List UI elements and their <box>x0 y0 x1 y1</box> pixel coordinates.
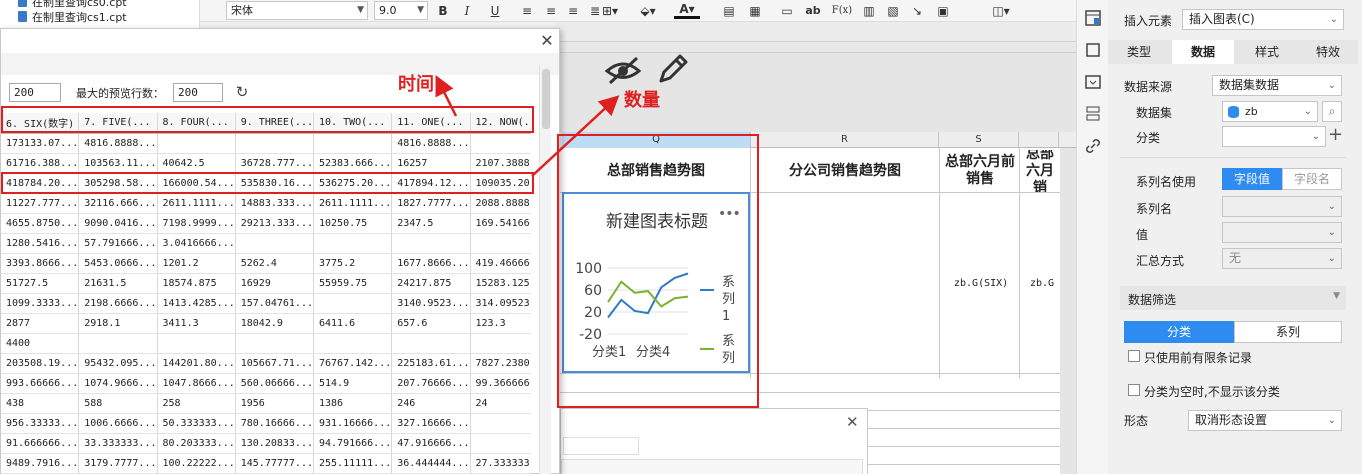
side-icon-strip <box>1076 0 1108 474</box>
form-select[interactable]: 取消形态设置 ⌄ <box>1188 410 1342 431</box>
chevron-down-icon: ⌄ <box>1329 14 1338 25</box>
dataset-label: 数据集 <box>1136 106 1173 120</box>
use-top-n-label: 只使用前有限条记录 <box>1144 351 1253 365</box>
series-name-use-label: 系列名使用 <box>1136 175 1197 189</box>
insert-element-label: 插入元素 <box>1124 14 1173 28</box>
report-filter-icon[interactable] <box>1085 106 1101 122</box>
tab-style[interactable]: 样式 <box>1236 40 1298 64</box>
field-value-toggle[interactable]: 字段值 <box>1222 168 1282 190</box>
tab-type[interactable]: 类型 <box>1110 40 1168 64</box>
chevron-down-icon: ⌄ <box>1311 131 1320 142</box>
collapse-icon: ▼ <box>1333 291 1340 301</box>
series-name-select[interactable]: ⌄ <box>1222 196 1342 217</box>
category-label: 分类 <box>1136 131 1161 145</box>
chevron-down-icon: ⌄ <box>1327 80 1336 91</box>
value-label: 值 <box>1136 228 1149 242</box>
cell-properties-icon[interactable] <box>1085 10 1101 26</box>
chart-properties-panel: 插入元素 插入图表(C) ⌄ 类型 数据 样式 特效 数据来源 数据集数据 ⌄ … <box>1108 0 1362 474</box>
hide-empty-label: 分类为空时,不显示该分类 <box>1144 385 1280 399</box>
filter-series-tab[interactable]: 系列 <box>1234 321 1342 343</box>
value-select[interactable]: ⌄ <box>1222 222 1342 243</box>
aggregation-value: 无 <box>1229 251 1242 265</box>
data-source-select[interactable]: 数据集数据 ⌄ <box>1212 75 1342 96</box>
chevron-down-icon: ⌄ <box>1303 106 1312 117</box>
hide-empty-checkbox[interactable] <box>1128 384 1140 396</box>
chevron-down-icon: ⌄ <box>1327 227 1336 238</box>
dataset-value: zb <box>1245 105 1258 118</box>
aggregation-label: 汇总方式 <box>1136 254 1185 268</box>
insert-element-select[interactable]: 插入图表(C) ⌄ <box>1182 9 1344 30</box>
search-icon[interactable]: ⌕ <box>1322 101 1342 122</box>
tab-data[interactable]: 数据 <box>1172 40 1234 64</box>
use-top-n-checkbox[interactable] <box>1128 350 1140 362</box>
insert-element-value: 插入图表(C) <box>1189 12 1255 26</box>
filter-section-header[interactable]: 数据筛选 ▼ <box>1120 286 1346 310</box>
chevron-down-icon: ⌄ <box>1327 201 1336 212</box>
add-icon[interactable]: + <box>1328 124 1343 145</box>
filter-section-label: 数据筛选 <box>1128 293 1177 307</box>
database-icon <box>1228 106 1239 118</box>
data-source-value: 数据集数据 <box>1219 78 1280 92</box>
dataset-select[interactable]: zb ⌄ <box>1222 101 1318 122</box>
form-label: 形态 <box>1124 414 1149 428</box>
tab-effect[interactable]: 特效 <box>1298 40 1358 64</box>
dropdown-widget-icon[interactable] <box>1085 74 1101 90</box>
field-name-toggle[interactable]: 字段名 <box>1282 168 1342 190</box>
chevron-down-icon: ⌄ <box>1327 253 1336 264</box>
widget-icon[interactable] <box>1085 42 1101 58</box>
aggregation-select[interactable]: 无 ⌄ <box>1222 248 1342 269</box>
chevron-down-icon: ⌄ <box>1327 415 1336 426</box>
data-source-label: 数据来源 <box>1124 80 1173 94</box>
category-select[interactable]: ⌄ <box>1222 126 1326 147</box>
hyperlink-icon[interactable] <box>1085 138 1101 154</box>
filter-category-tab[interactable]: 分类 <box>1124 321 1234 343</box>
form-value: 取消形态设置 <box>1195 413 1268 427</box>
series-name-label: 系列名 <box>1136 202 1173 216</box>
